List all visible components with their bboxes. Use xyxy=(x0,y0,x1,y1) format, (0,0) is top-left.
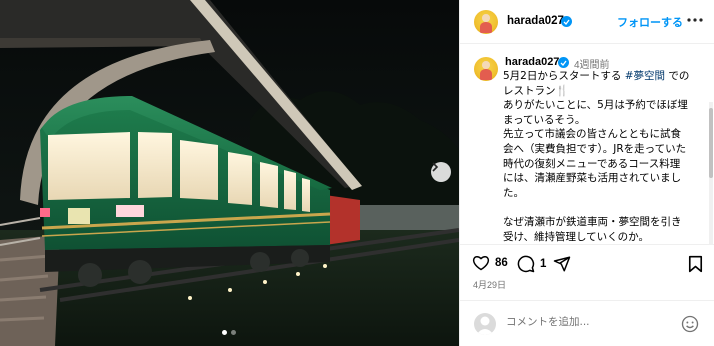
train-photo xyxy=(0,0,459,346)
caption-body: ありがたいことに、5月は予約でほぼ埋 まっているそう。 先立って市議会の皆さんと… xyxy=(503,99,688,243)
verified-badge-icon xyxy=(558,57,569,68)
bookmark-icon xyxy=(688,255,703,273)
comment-icon xyxy=(517,255,535,273)
comment-button[interactable]: 1 xyxy=(517,255,546,273)
username-link[interactable]: harada027 xyxy=(507,15,564,27)
post-sidebar: harada027 フォローする harada027 4週間前 5月2日からスタ… xyxy=(459,0,714,346)
user-avatar xyxy=(474,313,496,335)
scrollbar-thumb[interactable] xyxy=(709,108,713,178)
caption-line2: レストラン🍴 xyxy=(503,84,569,97)
like-button[interactable]: 86 xyxy=(472,255,508,271)
carousel-dot-active xyxy=(222,330,227,335)
comment-count: 1 xyxy=(540,258,547,270)
caption-avatar[interactable] xyxy=(474,57,498,81)
caption-username[interactable]: harada027 xyxy=(505,56,559,68)
share-icon xyxy=(553,256,571,272)
next-image-button[interactable] xyxy=(431,162,451,182)
comment-input[interactable] xyxy=(506,316,676,328)
post-header: harada027 フォローする xyxy=(460,0,714,44)
more-options-icon[interactable] xyxy=(685,10,705,30)
emoji-icon[interactable] xyxy=(681,315,699,333)
caption-section: harada027 4週間前 5月2日からスタートする #夢空間 での レストラ… xyxy=(460,44,714,244)
chevron-right-icon xyxy=(432,162,439,172)
comment-bar xyxy=(460,300,714,346)
caption-text: 5月2日からスタートする #夢空間 での レストラン🍴 ありがたいことに、5月は… xyxy=(503,69,705,244)
follow-button[interactable]: フォローする xyxy=(617,14,683,30)
heart-icon xyxy=(472,256,490,271)
save-button[interactable] xyxy=(688,255,703,273)
carousel-indicator xyxy=(222,330,236,335)
verified-badge-icon xyxy=(561,16,572,27)
carousel-dot xyxy=(231,330,236,335)
avatar[interactable] xyxy=(474,10,498,34)
share-button[interactable] xyxy=(553,255,571,273)
post-media[interactable] xyxy=(0,0,459,346)
caption-line1-suffix: での xyxy=(665,70,690,82)
like-count: 86 xyxy=(495,257,508,269)
caption-scrollbar[interactable] xyxy=(709,102,713,244)
post-date: 4月29日 xyxy=(473,280,507,290)
hashtag-link[interactable]: #夢空間 xyxy=(625,70,665,82)
caption-line1-prefix: 5月2日からスタートする xyxy=(503,70,625,82)
